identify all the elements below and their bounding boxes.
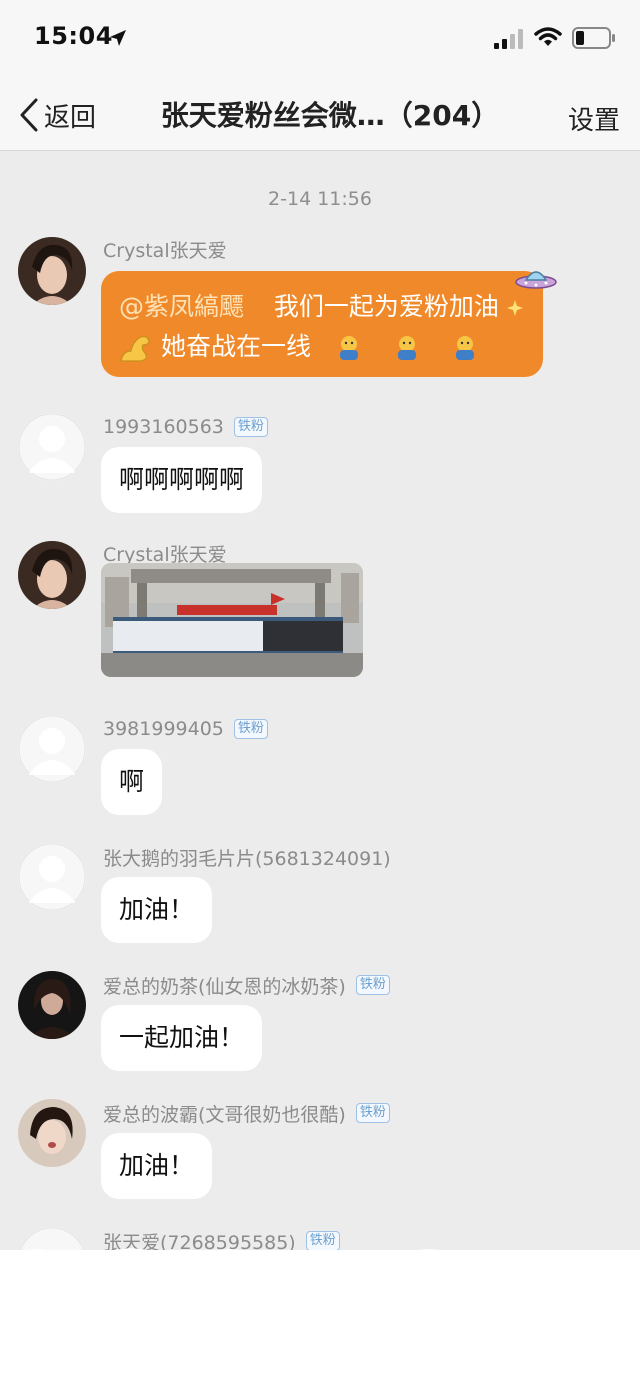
chat-screen: 15:04 返回 张天爱粉丝会微…（204） 设置 2-14 11:56 Cry… <box>0 0 640 1386</box>
message-bubble[interactable]: 一起加油！ <box>101 1005 263 1071</box>
sender-row: Crystal张天爱 <box>103 237 227 262</box>
message-text-line2: 她奋战在一线 <box>160 332 311 361</box>
flexed-biceps-icon <box>120 335 150 362</box>
fan-badge: 铁粉 <box>355 975 390 995</box>
mention-link[interactable]: @紫凤縞飃 <box>119 292 244 321</box>
sender-name: 爱总的波霸(文哥很奶也很酷) <box>103 1103 346 1126</box>
image-message[interactable] <box>101 563 363 677</box>
sparkle-icon <box>506 300 523 316</box>
message-bubble[interactable]: 加油！ <box>101 877 213 943</box>
message-timestamp: 2-14 11:56 <box>268 188 372 210</box>
settings-button[interactable]: 设置 <box>568 100 620 137</box>
message-text: 我们一起为爱粉加油 <box>273 292 499 321</box>
wifi-icon <box>534 27 562 46</box>
avatar[interactable] <box>18 715 86 783</box>
avatar[interactable] <box>18 413 86 481</box>
emoji-doll-icon <box>397 336 416 360</box>
sender-row: 1993160563 铁粉 <box>103 415 268 439</box>
location-arrow-icon <box>110 30 126 46</box>
avatar[interactable] <box>18 971 86 1039</box>
fan-badge: 铁粉 <box>233 719 268 739</box>
fan-badge: 铁粉 <box>233 417 268 437</box>
avatar[interactable] <box>18 843 86 911</box>
status-bar: 15:04 <box>0 0 640 80</box>
fan-badge: 铁粉 <box>355 1103 390 1123</box>
battery-icon <box>572 27 615 49</box>
sender-name: 爱总的奶茶(仙女恩的冰奶茶) <box>103 975 346 998</box>
sender-row: 张大鹅的羽毛片片(5681324091) <box>103 845 391 870</box>
message-bubble[interactable]: 加油！ <box>101 1133 213 1199</box>
chevron-left-icon <box>20 98 38 132</box>
sender-row: Crystal张天爱 <box>103 541 227 566</box>
sender-row: 3981999405 铁粉 <box>103 717 268 741</box>
message-item: Crystal张天爱 <box>0 541 640 691</box>
cellular-signal-icon <box>494 29 523 49</box>
message-item: 3981999405 铁粉 啊 <box>0 715 640 825</box>
message-item: 爱总的波霸(文哥很奶也很酷) 铁粉 加油！ <box>0 1099 640 1209</box>
sender-row: 爱总的波霸(文哥很奶也很酷) 铁粉 <box>103 1101 390 1126</box>
back-label: 返回 <box>44 102 97 133</box>
sender-name: Crystal张天爱 <box>103 239 227 262</box>
sender-name: 张大鹅的羽毛片片(5681324091) <box>103 847 391 870</box>
chat-title: 张天爱粉丝会微…（204） <box>160 99 500 132</box>
nav-bar: 返回 张天爱粉丝会微…（204） 设置 <box>0 80 640 151</box>
avatar[interactable] <box>18 541 86 609</box>
message-item: 1993160563 铁粉 啊啊啊啊啊 <box>0 413 640 523</box>
sender-row: 爱总的奶茶(仙女恩的冰奶茶) 铁粉 <box>103 973 390 998</box>
message-bubble[interactable]: 啊啊啊啊啊 <box>101 447 263 513</box>
emoji-doll-icon <box>455 336 474 360</box>
message-item: 爱总的奶茶(仙女恩的冰奶茶) 铁粉 一起加油！ <box>0 971 640 1081</box>
back-button[interactable]: 返回 <box>18 96 96 134</box>
screenshot-cutoff <box>0 1250 640 1386</box>
status-time: 15:04 <box>34 22 113 50</box>
message-bubble[interactable]: 啊 <box>101 749 163 815</box>
avatar[interactable] <box>18 1099 86 1167</box>
sender-name: 3981999405 <box>103 718 224 740</box>
emoji-doll-icon <box>339 336 358 360</box>
sender-name: 1993160563 <box>103 416 224 438</box>
torn-edge-line <box>0 1248 640 1260</box>
message-bubble[interactable]: @紫凤縞飃 我们一起为爱粉加油 她奋战在一线 <box>101 271 543 377</box>
message-item: 张大鹅的羽毛片片(5681324091) 加油！ <box>0 843 640 953</box>
avatar[interactable] <box>18 237 86 305</box>
ufo-icon <box>515 271 557 289</box>
chat-area[interactable]: 2-14 11:56 Crystal张天爱 @紫凤縞飃 我们一起为爱粉加油 她奋… <box>0 151 640 1295</box>
